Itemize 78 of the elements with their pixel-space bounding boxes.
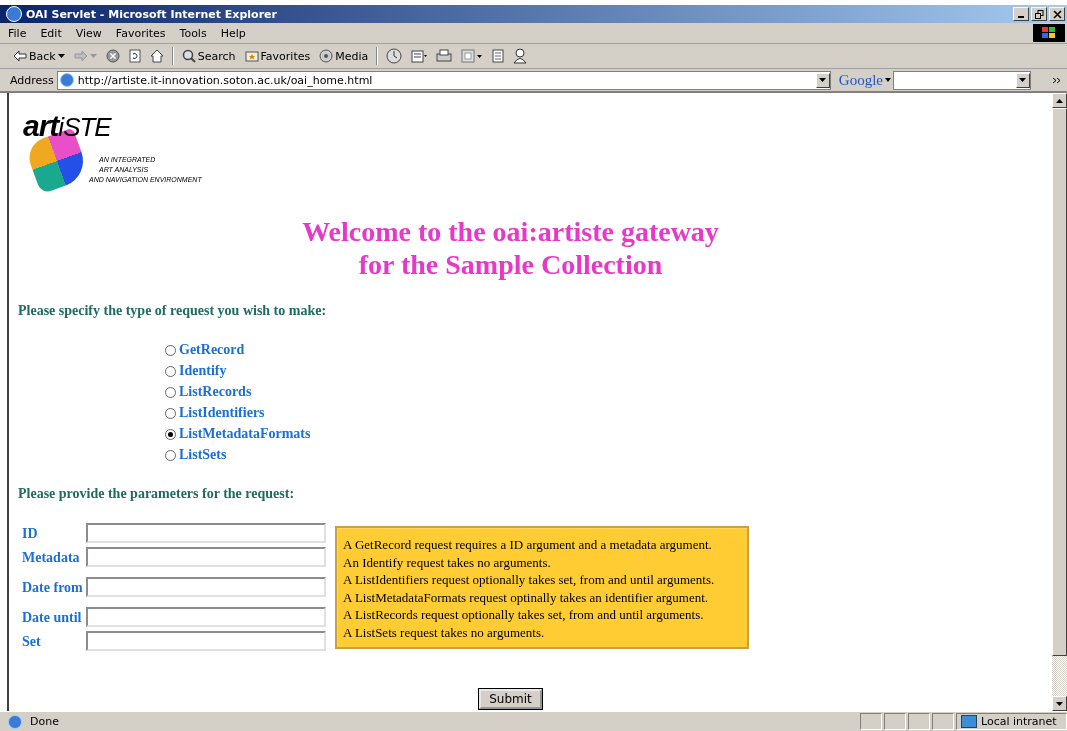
address-field[interactable]: http://artiste.it-innovation.soton.ac.uk/oai_home.html [56,70,831,90]
caret-down-icon [1056,701,1063,706]
edit-icon [461,49,484,63]
google-search-field[interactable] [893,70,1031,90]
google-menu-button[interactable]: Google [838,71,891,89]
help-text: A ListRecords request optionally takes set, from and until arguments. [343,606,705,624]
help-text: A ListIdentifiers request optionally takes set, from and until arguments. [343,571,716,589]
search-button[interactable]: Search [178,48,239,64]
help-text: A GetRecord request requires a ID argument and a metadata argument. [343,536,713,554]
home-icon [149,49,164,63]
menu-item[interactable]: View [73,26,110,40]
parameters-prompt: Please provide the parameters for the request: [18,486,296,502]
request-type-radio[interactable]: Identify [165,362,1052,380]
close-icon [1052,9,1062,19]
parameter-label: Metadata [22,548,81,566]
parameter-label: Date until [22,608,83,626]
messenger-icon [513,48,528,64]
parameter-label: Date from [22,578,84,596]
page-icon [8,714,22,729]
security-zone: Local intranet [981,715,1057,728]
caret-icon [89,54,97,58]
parameter-field[interactable] [86,547,326,567]
menu-item[interactable]: Help [218,26,254,40]
window-title: OAI Servlet - Microsoft Internet Explorer [26,7,278,21]
menu-item[interactable]: File [6,26,35,40]
status-pane [908,713,930,730]
parameter-label: ID [22,524,39,542]
print-icon [436,49,453,63]
help-text: A ListSets request takes no arguments. [343,623,546,641]
forward-icon [73,50,88,62]
parameter-field[interactable] [86,607,326,627]
media-button[interactable]: Media [316,48,372,64]
back-button[interactable]: Back [10,48,68,64]
history-icon [386,48,403,64]
restore-button[interactable] [1031,7,1047,21]
favorites-icon [244,50,259,62]
request-type-radio[interactable]: GetRecord [165,341,1052,359]
restore-icon [1034,9,1044,19]
menu-item[interactable]: Tools [177,26,215,40]
request-prompt: Please specify the type of request you wish to make: [18,303,328,319]
page-icon [59,73,74,87]
browser-icon [6,6,22,22]
caret-up-icon [1056,98,1063,103]
back-icon [13,50,27,62]
close-button[interactable] [1049,7,1065,21]
status-pane [860,713,882,730]
windows-logo-icon [1033,24,1065,42]
caret-icon [57,54,65,58]
menu-item[interactable]: Favorites [113,26,174,40]
menu-item[interactable]: Edit [38,26,70,40]
mail-icon [411,49,428,63]
parameter-field[interactable] [86,631,326,651]
discuss-icon [492,49,505,63]
media-icon [319,49,334,63]
page-heading: Welcome to the oai:artiste gateway for the Sample Collection [301,215,720,281]
favorites-button[interactable]: Favorites [241,48,314,64]
status-pane [884,713,906,730]
parameter-field[interactable] [86,577,326,597]
request-type-radio[interactable]: ListSets [165,446,1052,464]
help-text: An Identify request takes no arguments. [343,553,552,571]
address-label: Address [10,73,54,87]
parameter-label: Set [22,632,42,650]
scroll-down-button[interactable] [1052,696,1067,711]
parameter-field[interactable] [86,523,326,543]
refresh-icon [128,49,141,63]
minimize-icon [1018,16,1024,18]
request-type-radio[interactable]: ListIdentifiers [165,404,1052,422]
search-icon [181,49,196,63]
caret-icon [885,78,891,82]
minimize-button[interactable] [1013,7,1029,21]
stop-icon [105,49,120,63]
request-type-radio[interactable]: ListMetadataFormats [165,425,1052,443]
status-text: Done [30,715,60,728]
status-pane [932,713,954,730]
help-text: A ListMetadataFormats request optinally takes an identifier argument. [343,588,710,606]
submit-button[interactable]: Submit [479,689,542,709]
request-type-radio[interactable]: ListRecords [165,383,1052,401]
scroll-up-button[interactable] [1052,93,1067,108]
